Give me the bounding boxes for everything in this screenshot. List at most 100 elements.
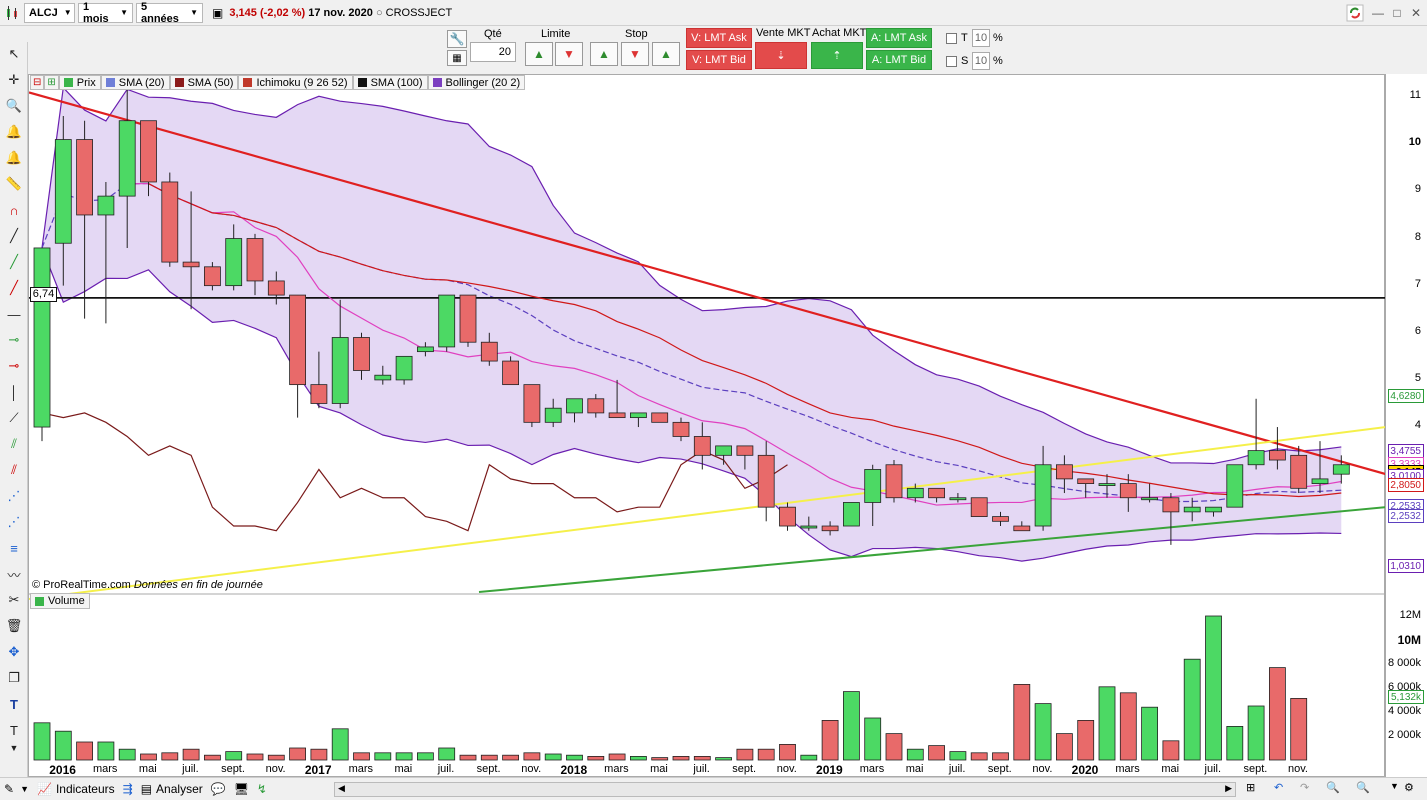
volume-tick-label: 4 000k — [1387, 705, 1421, 717]
price-chart[interactable] — [28, 75, 1387, 778]
chat-icon[interactable]: 💬 — [211, 782, 226, 796]
symbol-selector[interactable]: ALCJ ▼ — [24, 2, 75, 23]
fan-icon[interactable]: ⋰ — [4, 486, 24, 506]
screen-icon[interactable]: 🖥 — [234, 782, 249, 796]
volume-swatch — [35, 596, 44, 606]
zoom-in-icon[interactable]: 🔍 — [1326, 781, 1340, 794]
buy-limit-bid-button[interactable]: A: LMT Bid — [866, 50, 932, 70]
time-tick-label: 2016 — [49, 763, 76, 777]
legend-item[interactable]: SMA (20) — [100, 75, 170, 90]
copy-icon[interactable]: ❐ — [4, 668, 24, 688]
ruler-icon[interactable]: 📏 — [4, 174, 24, 194]
wrench-icon[interactable]: 🔧 — [447, 30, 467, 48]
limit-buy-button[interactable]: ▲ — [525, 42, 553, 66]
fibonacci-icon[interactable]: ⫽ — [4, 460, 24, 480]
time-tick-label: juil. — [948, 763, 966, 775]
sell-limit-bid-button[interactable]: V: LMT Bid — [686, 50, 752, 70]
volume-bar — [544, 753, 562, 761]
expand-icon[interactable]: ⊞ — [44, 75, 59, 90]
red-line-icon[interactable]: ╱ — [4, 278, 24, 298]
price-axis[interactable]: 11109876544,62803,47553,33333,1453,01002… — [1385, 74, 1427, 777]
settings-icon[interactable]: ⚙ — [1404, 781, 1414, 794]
vertical-line-icon[interactable]: │ — [4, 382, 24, 402]
levels-icon[interactable]: ≡ — [4, 538, 24, 558]
price-tick-label: 9 — [1414, 183, 1421, 196]
close-button[interactable]: ✕ — [1407, 4, 1425, 22]
volume-bar — [267, 754, 285, 761]
limit-sell-button[interactable]: ▼ — [555, 42, 583, 66]
buy-market-label: Achat MKT — [812, 27, 867, 39]
horizontal-line-icon[interactable]: — — [4, 304, 24, 324]
qty-input[interactable]: 20 — [470, 42, 516, 62]
sell-limit-ask-button[interactable]: V: LMT Ask — [686, 28, 752, 48]
legend-label: Ichimoku (9 26 52) — [256, 76, 348, 89]
tools-icon[interactable]: ✂ — [4, 590, 24, 610]
keypad-icon[interactable]: ▦ — [447, 50, 467, 66]
horizontal-scrollbar[interactable]: ◀ ▶ — [334, 782, 1236, 797]
share-icon[interactable]: ⇶ — [123, 782, 133, 796]
magnet-icon[interactable]: ∩ — [4, 200, 24, 220]
undo-icon[interactable]: ↶ — [1274, 781, 1283, 794]
legend-item[interactable]: Prix — [58, 75, 101, 90]
take-profit-checkbox[interactable] — [946, 33, 957, 44]
minimize-button[interactable]: — — [1369, 4, 1387, 22]
sync-icon[interactable] — [1346, 4, 1364, 22]
stop-trail-button[interactable]: ▲ — [652, 42, 680, 66]
pencil-icon[interactable]: ✎ — [4, 782, 14, 796]
period-selector[interactable]: 1 mois ▼ — [78, 1, 133, 25]
take-profit-input[interactable]: 10 — [972, 29, 990, 47]
buy-market-button[interactable]: ⇡ — [811, 42, 863, 69]
legend-swatch — [357, 78, 367, 87]
candle-body — [1098, 483, 1116, 487]
legend-item[interactable]: Bollinger (20 2) — [427, 75, 526, 90]
candlestick-icon[interactable] — [2, 3, 21, 23]
candle-body — [1205, 506, 1222, 513]
chart-area[interactable] — [28, 74, 1387, 778]
alert-bell-icon[interactable]: 🔔 — [4, 122, 24, 142]
zoom-icon[interactable]: 🔍 — [4, 96, 24, 116]
maximize-button[interactable]: □ — [1388, 4, 1406, 22]
range-selector[interactable]: 5 années ▼ — [136, 1, 203, 25]
indicators-button[interactable]: 📈 Indicateurs — [37, 782, 115, 796]
chevron-down-icon[interactable]: ▼ — [4, 738, 24, 758]
wave-icon[interactable]: 〰 — [4, 564, 24, 584]
red-horizontal-icon[interactable]: ⊸ — [4, 356, 24, 376]
stop-sell-button[interactable]: ▼ — [621, 42, 649, 66]
stop-loss-checkbox[interactable] — [946, 56, 957, 67]
alert-list-icon[interactable]: 🔔 — [4, 148, 24, 168]
scroll-right-icon[interactable]: ▶ — [1225, 783, 1232, 794]
green-horizontal-icon[interactable]: ⊸ — [4, 330, 24, 350]
buy-limit-ask-button[interactable]: A: LMT Ask — [866, 28, 932, 48]
scroll-left-icon[interactable]: ◀ — [338, 783, 345, 794]
sell-market-button[interactable]: ⇣ — [755, 42, 807, 69]
indicator-icon[interactable]: ↯ — [257, 782, 267, 796]
analyser-button[interactable]: ▤ Analyser — [141, 782, 203, 796]
trash-icon[interactable]: 🗑 — [4, 616, 24, 636]
remove-icon[interactable]: ⊟ — [30, 75, 45, 90]
chevron-down-icon[interactable]: ▼ — [20, 784, 29, 794]
volume-legend[interactable]: Volume — [30, 593, 90, 609]
chevron-down-icon[interactable]: ▼ — [1390, 781, 1399, 791]
info-icon[interactable]: ▣ — [212, 6, 223, 20]
stop-loss-input[interactable]: 10 — [972, 52, 990, 70]
channel-icon[interactable]: ⫽ — [4, 434, 24, 454]
volume-bar — [1247, 705, 1265, 761]
segment-icon[interactable]: ⟋ — [4, 408, 24, 428]
text-icon[interactable]: T — [4, 694, 24, 714]
stop-buy-button[interactable]: ▲ — [590, 42, 618, 66]
text-tool-icon[interactable]: T — [4, 720, 24, 740]
legend-item[interactable]: SMA (50) — [169, 75, 239, 90]
crosshair-icon[interactable]: ✛ — [4, 70, 24, 90]
move-icon[interactable]: ✥ — [4, 642, 24, 662]
line-icon[interactable]: ╱ — [4, 226, 24, 246]
green-line-icon[interactable]: ╱ — [4, 252, 24, 272]
legend-item[interactable]: SMA (100) — [352, 75, 428, 90]
redo-icon[interactable]: ↷ — [1300, 781, 1309, 794]
candle-body — [438, 294, 456, 348]
pitchfork-icon[interactable]: ⋰ — [4, 512, 24, 532]
cursor-icon[interactable]: ↖ — [4, 44, 24, 64]
time-tick-label: nov. — [776, 763, 797, 775]
grid-icon[interactable]: ⊞ — [1246, 781, 1255, 794]
legend-item[interactable]: Ichimoku (9 26 52) — [238, 75, 353, 90]
zoom-out-icon[interactable]: 🔍 — [1356, 781, 1370, 794]
